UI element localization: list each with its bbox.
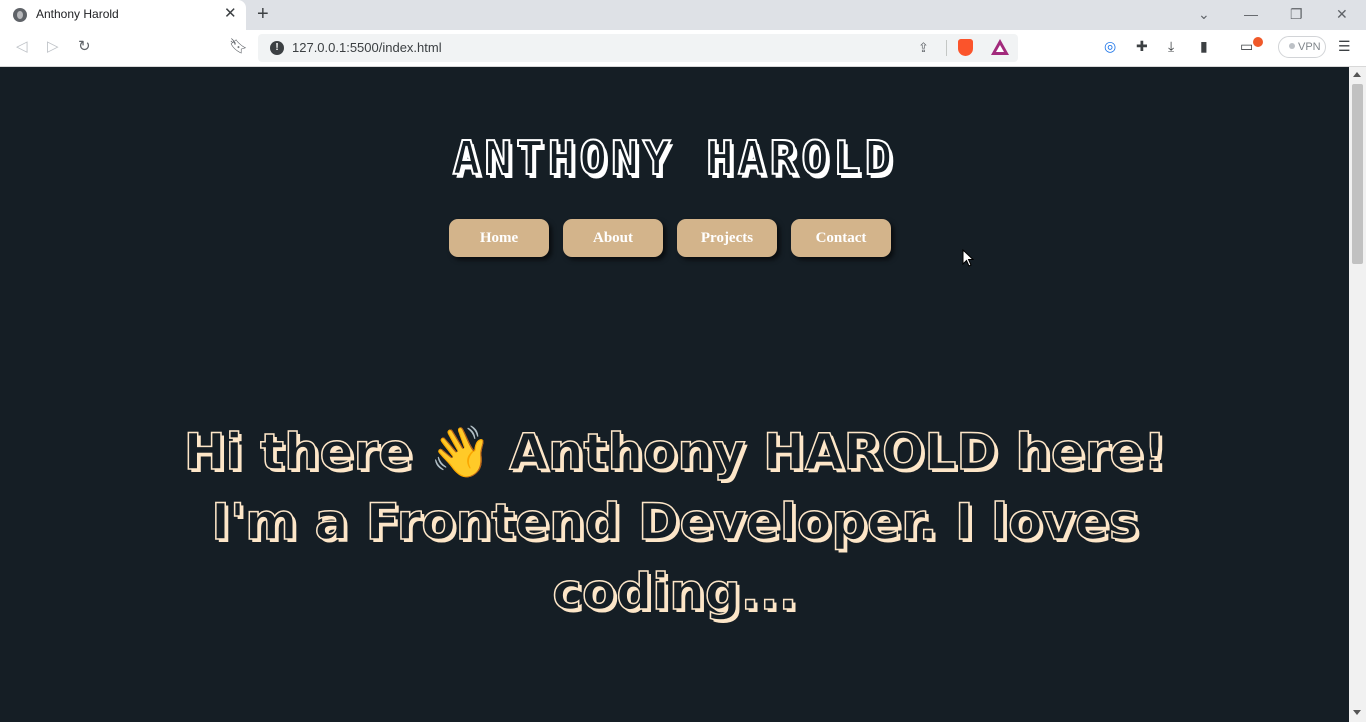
nav-about-button[interactable]: About [563, 219, 663, 257]
toolbar: ◁ ▷ ↻ 🔖︎ ! 127.0.0.1:5500/index.html ⇪ ◎… [0, 30, 1366, 67]
scroll-up-icon[interactable] [1353, 72, 1361, 77]
close-icon[interactable]: ✕ [224, 6, 237, 22]
notification-badge [1253, 37, 1263, 47]
brave-shield-icon[interactable] [958, 39, 973, 56]
nav-projects-button[interactable]: Projects [677, 219, 777, 257]
window-close-icon[interactable]: ✕ [1336, 5, 1348, 23]
reload-icon[interactable]: ↻ [78, 38, 91, 56]
back-icon[interactable]: ◁ [16, 38, 28, 56]
menu-icon[interactable]: ☰ [1338, 37, 1351, 55]
hero-heading: Hi there 👋 Anthony HAROLD here! I'm a Fr… [140, 417, 1210, 627]
bookmark-icon[interactable]: 🔖︎ [229, 38, 248, 56]
minimize-icon[interactable]: — [1244, 5, 1258, 23]
hero-greeting: Hi there [183, 422, 413, 482]
hero-name: Anthony HAROLD here! [509, 422, 1167, 482]
scroll-thumb[interactable] [1352, 84, 1363, 264]
share-icon[interactable]: ⇪ [918, 40, 929, 56]
site-title: ANTHONY HAROLD [452, 130, 897, 186]
tab-active[interactable]: Anthony Harold ✕ [0, 0, 246, 30]
sync-icon[interactable]: ◎ [1104, 37, 1116, 55]
chevron-down-icon[interactable]: ⌄ [1198, 5, 1210, 23]
nav-contact-button[interactable]: Contact [791, 219, 891, 257]
restore-icon[interactable]: ❐ [1290, 5, 1303, 23]
extensions-icon[interactable]: ✚ [1136, 37, 1148, 55]
waving-hand-icon: 👋 [429, 423, 492, 481]
url-text[interactable]: 127.0.0.1:5500/index.html [292, 40, 442, 55]
tab-strip: Anthony Harold ✕ + ⌄ — ❐ ✕ [0, 0, 1366, 30]
wallet-icon[interactable]: ▭ [1240, 37, 1253, 55]
divider [946, 40, 947, 56]
vpn-status-dot [1289, 43, 1295, 49]
globe-icon [13, 8, 27, 22]
vpn-button[interactable]: VPN [1278, 36, 1326, 58]
address-bar[interactable]: ! 127.0.0.1:5500/index.html ⇪ [258, 34, 1018, 62]
mouse-cursor-icon [962, 249, 974, 267]
forward-icon[interactable]: ▷ [47, 38, 59, 56]
bat-rewards-icon[interactable] [991, 39, 1009, 55]
browser-window: Anthony Harold ✕ + ⌄ — ❐ ✕ ◁ ▷ ↻ 🔖︎ ! 12… [0, 0, 1366, 722]
hero-tagline: I'm a Frontend Developer. I loves coding… [210, 492, 1139, 622]
plus-icon[interactable]: + [257, 3, 269, 25]
nav-home-button[interactable]: Home [449, 219, 549, 257]
scrollbar[interactable] [1349, 67, 1366, 722]
sidebar-icon[interactable]: ▮ [1200, 37, 1208, 55]
vpn-label: VPN [1298, 41, 1321, 53]
download-icon[interactable]: ⤓ [1168, 37, 1174, 55]
page-viewport: ANTHONY HAROLD Home About Projects Conta… [0, 67, 1349, 722]
tab-title: Anthony Harold [36, 7, 119, 21]
info-icon[interactable]: ! [270, 41, 284, 55]
scroll-down-icon[interactable] [1353, 710, 1361, 715]
